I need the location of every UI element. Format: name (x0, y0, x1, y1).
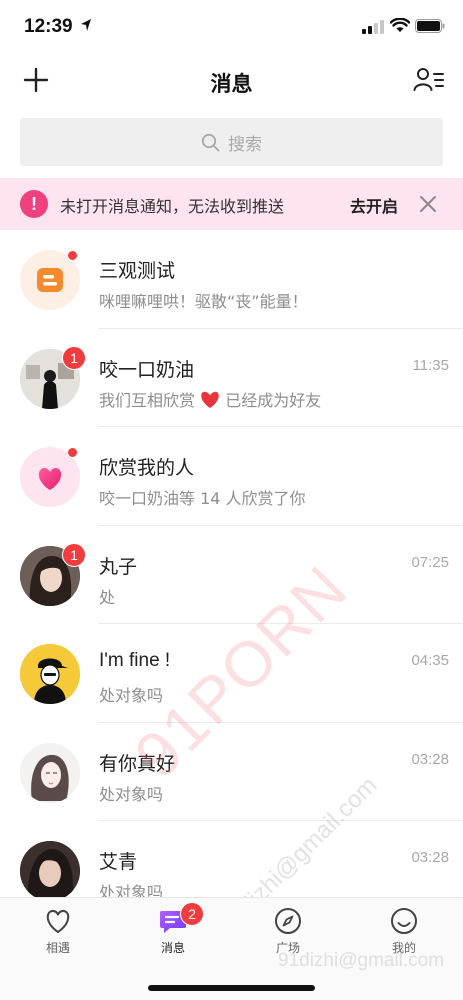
status-time: 12:39 (24, 16, 73, 37)
unread-count-badge: 1 (62, 345, 86, 370)
message-row[interactable]: 1 咬一口奶油 我们互相欣赏 已经成为好友 11:35 (0, 329, 463, 428)
wifi-icon (390, 18, 410, 32)
unread-dot (67, 447, 78, 458)
tab-label: 我的 (391, 941, 416, 955)
tab-square[interactable]: 广场 (248, 906, 328, 958)
avatar (20, 644, 80, 704)
tab-label: 消息 (160, 941, 185, 955)
tab-meet[interactable]: 相遇 (18, 906, 98, 958)
message-time: 04:35 (411, 652, 449, 669)
alert-icon: ! (20, 190, 48, 218)
message-time: 03:28 (411, 750, 449, 768)
message-row[interactable]: 1 丸子 处 07:25 (0, 526, 463, 625)
message-row[interactable]: 有你真好 处对象吗 03:28 (0, 723, 463, 822)
cellular-signal-icon (362, 20, 384, 34)
unread-count-badge: 2 (180, 902, 204, 926)
message-preview: 咪哩嘛哩哄！驱散“丧”能量！ (99, 292, 308, 311)
contact-name: 三观测试 (99, 260, 176, 282)
message-preview: 咬一口奶油等 14 人欣赏了你 (99, 489, 306, 508)
message-time: 03:28 (411, 849, 449, 866)
heart-emoji-icon (201, 391, 219, 408)
close-icon[interactable] (418, 194, 438, 214)
unread-count-badge: 1 (62, 542, 86, 567)
enable-notifications-button[interactable]: 去开启 (350, 193, 398, 217)
avatar-illustration (20, 742, 80, 803)
contact-name: I'm fine ! (99, 650, 171, 671)
nav-bar: 消息 (0, 52, 463, 110)
contact-name: 欣赏我的人 (99, 457, 195, 479)
page-title: 消息 (210, 72, 253, 96)
compass-icon (275, 908, 301, 934)
message-preview: 处 (99, 587, 116, 607)
notice-text: 未打开消息通知，无法收到推送 (60, 197, 285, 216)
search-input[interactable]: 搜索 (20, 118, 443, 166)
unread-dot (67, 250, 78, 261)
message-row[interactable]: 欣赏我的人 咬一口奶油等 14 人欣赏了你 (0, 427, 463, 526)
message-preview: 我们互相欣赏 已经成为好友 (99, 387, 321, 411)
smile-icon (391, 908, 417, 934)
preview-text: 我们互相欣赏 (99, 390, 196, 410)
message-preview: 处对象吗 (99, 686, 164, 705)
message-time: 11:35 (412, 356, 449, 374)
tab-label: 广场 (275, 941, 300, 955)
notification-banner: ! 未打开消息通知，无法收到推送 去开启 (0, 178, 463, 230)
message-time: 07:25 (411, 553, 449, 571)
preview-text-suffix: 已经成为好友 (225, 390, 322, 410)
tab-profile[interactable]: 我的 (364, 906, 444, 958)
contact-name: 有你真好 (99, 752, 176, 775)
contacts-list-icon[interactable] (413, 66, 445, 94)
heart-icon (46, 909, 70, 933)
tab-messages[interactable]: 消息 2 (133, 902, 213, 958)
battery-icon (415, 19, 445, 33)
status-bar: 12:39 (0, 0, 463, 52)
avatar-photo (20, 841, 80, 901)
contact-name: 艾青 (99, 851, 138, 873)
message-list: 三观测试 咪哩嘛哩哄！驱散“丧”能量！ 1 咬一口奶油 我们互相欣赏 已经成为好… (0, 230, 463, 920)
tab-label: 相遇 (45, 941, 70, 955)
message-preview: 处对象吗 (99, 784, 164, 804)
contact-name: 丸子 (99, 555, 138, 578)
contact-name: 咬一口奶油 (99, 358, 195, 381)
home-indicator[interactable] (148, 985, 315, 991)
avatar-illustration (20, 644, 80, 704)
avatar (20, 841, 80, 901)
message-row[interactable]: I'm fine ! 处对象吗 04:35 (0, 624, 463, 723)
search-placeholder: 搜索 (228, 134, 262, 155)
message-row[interactable]: 三观测试 咪哩嘛哩哄！驱散“丧”能量！ (0, 230, 463, 329)
avatar (20, 742, 80, 803)
add-plus-icon[interactable] (22, 66, 50, 94)
location-arrow-icon (81, 19, 91, 31)
search-icon (201, 133, 220, 151)
